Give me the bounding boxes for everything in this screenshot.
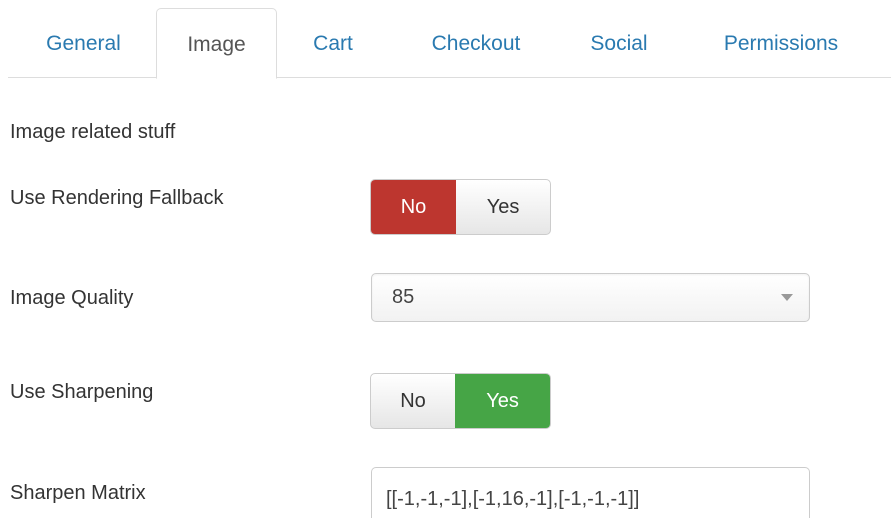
sharpening-yes-button[interactable]: Yes	[455, 374, 550, 428]
image-quality-select[interactable]: 85	[371, 273, 810, 322]
tab-bar: General Image Cart Checkout Social Permi…	[8, 0, 891, 79]
rendering-fallback-toggle: No Yes	[370, 179, 551, 235]
tab-social[interactable]: Social	[574, 20, 664, 78]
caret-down-icon	[781, 294, 793, 301]
sharpen-matrix-input[interactable]	[371, 467, 810, 518]
section-description: Image related stuff	[10, 121, 176, 143]
rendering-fallback-no-button[interactable]: No	[371, 180, 457, 234]
image-quality-value: 85	[392, 286, 415, 308]
rendering-fallback-yes-button[interactable]: Yes	[456, 180, 550, 234]
tab-permissions[interactable]: Permissions	[706, 20, 856, 78]
sharpening-no-button[interactable]: No	[371, 374, 455, 428]
tab-cart[interactable]: Cart	[298, 20, 368, 78]
sharpening-label: Use Sharpening	[10, 381, 154, 403]
image-quality-label: Image Quality	[10, 287, 134, 309]
tab-image[interactable]: Image	[156, 8, 277, 79]
sharpen-matrix-label: Sharpen Matrix	[10, 482, 146, 504]
sharpening-toggle: No Yes	[370, 373, 551, 429]
tab-general[interactable]: General	[25, 20, 142, 78]
rendering-fallback-label: Use Rendering Fallback	[10, 187, 224, 209]
image-settings-panel: General Image Cart Checkout Social Permi…	[0, 0, 891, 518]
tab-checkout[interactable]: Checkout	[412, 20, 540, 78]
